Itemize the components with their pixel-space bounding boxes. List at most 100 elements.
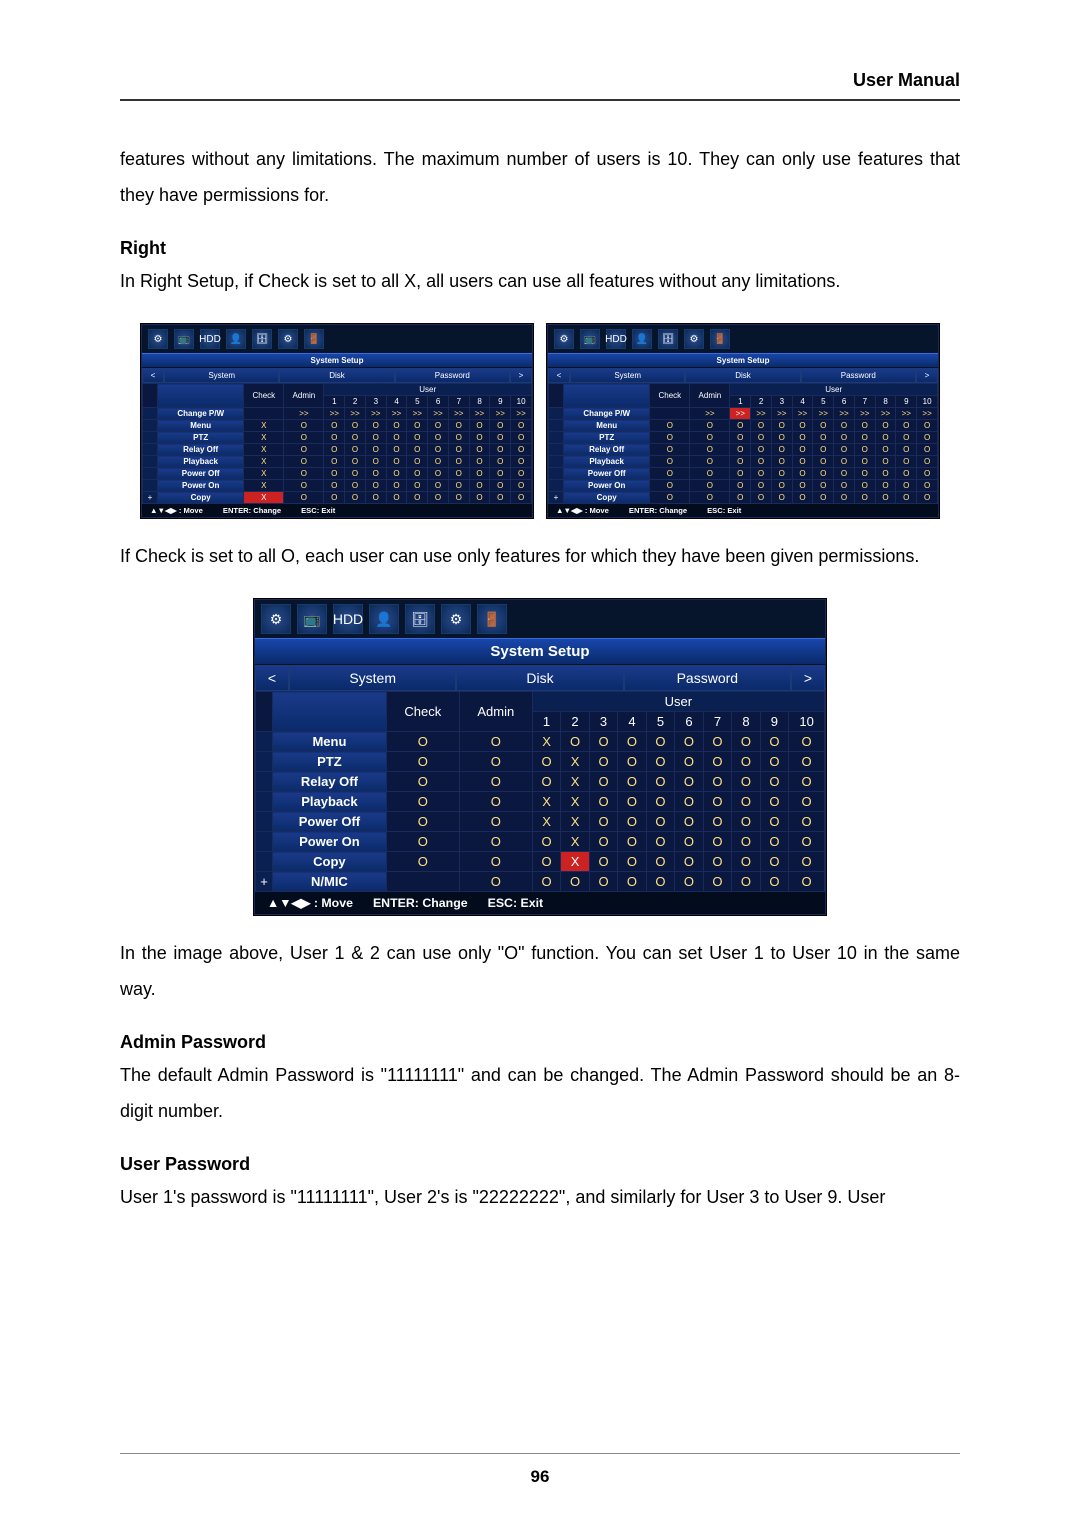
dvr-icon-2[interactable]: HDD [200,329,220,349]
col-user-2: 2 [751,396,772,408]
dvr-row-copy[interactable]: CopyOOOXOOOOOOOO [256,852,825,872]
tab-system[interactable]: System [289,665,456,691]
page-header: User Manual [853,70,960,91]
dvr-icon-6[interactable]: 🚪 [304,329,324,349]
dvr-row-ptz[interactable]: PTZXOOOOOOOOOOO [143,432,532,444]
dvr-row-power-off[interactable]: Power OffXOOOOOOOOOOO [143,468,532,480]
dvr-row-copy[interactable]: +CopyOOOOOOOOOOOO [549,492,938,504]
mid-paragraph: If Check is set to all O, each user can … [120,538,960,574]
dvr-row-playback[interactable]: PlaybackXOOOOOOOOOOO [143,456,532,468]
col-user-10: 10 [511,396,532,408]
tab-left-arrow-icon[interactable]: < [142,368,164,383]
col-admin: Admin [284,384,324,408]
col-user-10: 10 [917,396,938,408]
dvr-icon-0[interactable]: ⚙ [148,329,168,349]
col-user: User [532,692,824,712]
col-user-7: 7 [703,712,731,732]
col-user-2: 2 [561,712,589,732]
dvr-icon-6[interactable]: 🚪 [710,329,730,349]
dvr-row-power-on[interactable]: Power OnOOOXOOOOOOOO [256,832,825,852]
header-rule [120,99,960,101]
dvr-table: Check Admin User 12345678910Change P/W>>… [142,383,532,504]
tab-right-arrow-icon[interactable]: > [791,665,825,691]
tab-system[interactable]: System [164,368,279,383]
tab-left-arrow-icon[interactable]: < [255,665,289,691]
dvr-row-playback[interactable]: PlaybackOOOOOOOOOOOO [549,456,938,468]
dvr-icon-6[interactable]: 🚪 [477,604,507,634]
dvr-icon-4[interactable]: 🗄 [658,329,678,349]
footer-enter: ENTER: Change [629,506,687,515]
dvr-row-power-off[interactable]: Power OffOOXXOOOOOOOO [256,812,825,832]
col-user: User [324,384,532,396]
col-user-3: 3 [771,396,792,408]
col-user-8: 8 [469,396,490,408]
dvr-row-menu[interactable]: MenuXOOOOOOOOOOO [143,420,532,432]
section-right-heading: Right [120,238,960,259]
dvr-icon-3[interactable]: 👤 [226,329,246,349]
dvr-icon-row: ⚙ 📺 HDD 👤 🗄 ⚙ 🚪 [548,325,938,353]
tab-disk[interactable]: Disk [456,665,623,691]
dvr-table: Check Admin User 12345678910MenuOOXOOOOO… [255,691,825,892]
col-user-3: 3 [365,396,386,408]
col-user-1: 1 [730,396,751,408]
tab-password[interactable]: Password [801,368,916,383]
dvr-icon-1[interactable]: 📺 [297,604,327,634]
dvr-row-playback[interactable]: PlaybackOOXXOOOOOOOO [256,792,825,812]
dvr-row-copy[interactable]: +CopyXOOOOOOOOOOO [143,492,532,504]
dvr-icon-2[interactable]: HDD [333,604,363,634]
tab-disk[interactable]: Disk [685,368,800,383]
dvr-row-ptz[interactable]: PTZOOOOOOOOOOOO [549,432,938,444]
dvr-row-n-mic[interactable]: +N/MICOOOOOOOOOOO [256,872,825,892]
footer-enter: ENTER: Change [373,896,468,910]
dvr-icon-1[interactable]: 📺 [580,329,600,349]
tab-disk[interactable]: Disk [279,368,394,383]
dvr-row-menu[interactable]: MenuOOXOOOOOOOOO [256,732,825,752]
col-user-10: 10 [789,712,825,732]
col-user-9: 9 [896,396,917,408]
col-user-9: 9 [760,712,788,732]
col-check: Check [650,384,690,408]
dvr-row-relay-off[interactable]: Relay OffXOOOOOOOOOOO [143,444,532,456]
dvr-row-power-on[interactable]: Power OnXOOOOOOOOOOO [143,480,532,492]
section-user-paragraph: User 1's password is "11111111", User 2'… [120,1179,960,1215]
tab-left-arrow-icon[interactable]: < [548,368,570,383]
col-user-6: 6 [428,396,449,408]
section-admin-paragraph: The default Admin Password is "11111111"… [120,1057,960,1129]
tab-password[interactable]: Password [395,368,510,383]
dvr-row-power-on[interactable]: Power OnOOOOOOOOOOOO [549,480,938,492]
col-check: Check [386,692,459,732]
dvr-screenshot: ⚙ 📺 HDD 👤 🗄 ⚙ 🚪 System Setup < System Disk Pass… [141,324,533,518]
dvr-icon-5[interactable]: ⚙ [684,329,704,349]
dvr-row-change-p-w[interactable]: Change P/W>>>>>>>>>>>>>>>>>>>>>> [143,408,532,420]
dvr-row-relay-off[interactable]: Relay OffOOOOOOOOOOOO [549,444,938,456]
dvr-row-power-off[interactable]: Power OffOOOOOOOOOOOO [549,468,938,480]
dvr-row-ptz[interactable]: PTZOOOXOOOOOOOO [256,752,825,772]
footer-move: ▲▼◀▶ : Move [556,506,609,515]
col-user: User [730,384,938,396]
tab-system[interactable]: System [570,368,685,383]
tab-right-arrow-icon[interactable]: > [510,368,532,383]
col-user-6: 6 [675,712,703,732]
tab-right-arrow-icon[interactable]: > [916,368,938,383]
dvr-icon-2[interactable]: HDD [606,329,626,349]
dvr-icon-row: ⚙ 📺 HDD 👤 🗄 ⚙ 🚪 [142,325,532,353]
dvr-icon-0[interactable]: ⚙ [261,604,291,634]
dvr-icon-1[interactable]: 📺 [174,329,194,349]
dvr-icon-0[interactable]: ⚙ [554,329,574,349]
dvr-row-change-p-w[interactable]: Change P/W>>>>>>>>>>>>>>>>>>>>>> [549,408,938,420]
dvr-title: System Setup [142,353,532,368]
tab-password[interactable]: Password [624,665,791,691]
dvr-icon-5[interactable]: ⚙ [278,329,298,349]
dvr-icon-5[interactable]: ⚙ [441,604,471,634]
dvr-row-menu[interactable]: MenuOOOOOOOOOOOO [549,420,938,432]
dvr-icon-3[interactable]: 👤 [369,604,399,634]
dvr-icon-4[interactable]: 🗄 [405,604,435,634]
col-user-4: 4 [792,396,813,408]
dvr-row-relay-off[interactable]: Relay OffOOOXOOOOOOOO [256,772,825,792]
col-user-7: 7 [448,396,469,408]
dvr-icon-3[interactable]: 👤 [632,329,652,349]
dvr-icon-4[interactable]: 🗄 [252,329,272,349]
footer-esc: ESC: Exit [707,506,741,515]
col-admin: Admin [690,384,730,408]
footer-move: ▲▼◀▶ : Move [150,506,203,515]
